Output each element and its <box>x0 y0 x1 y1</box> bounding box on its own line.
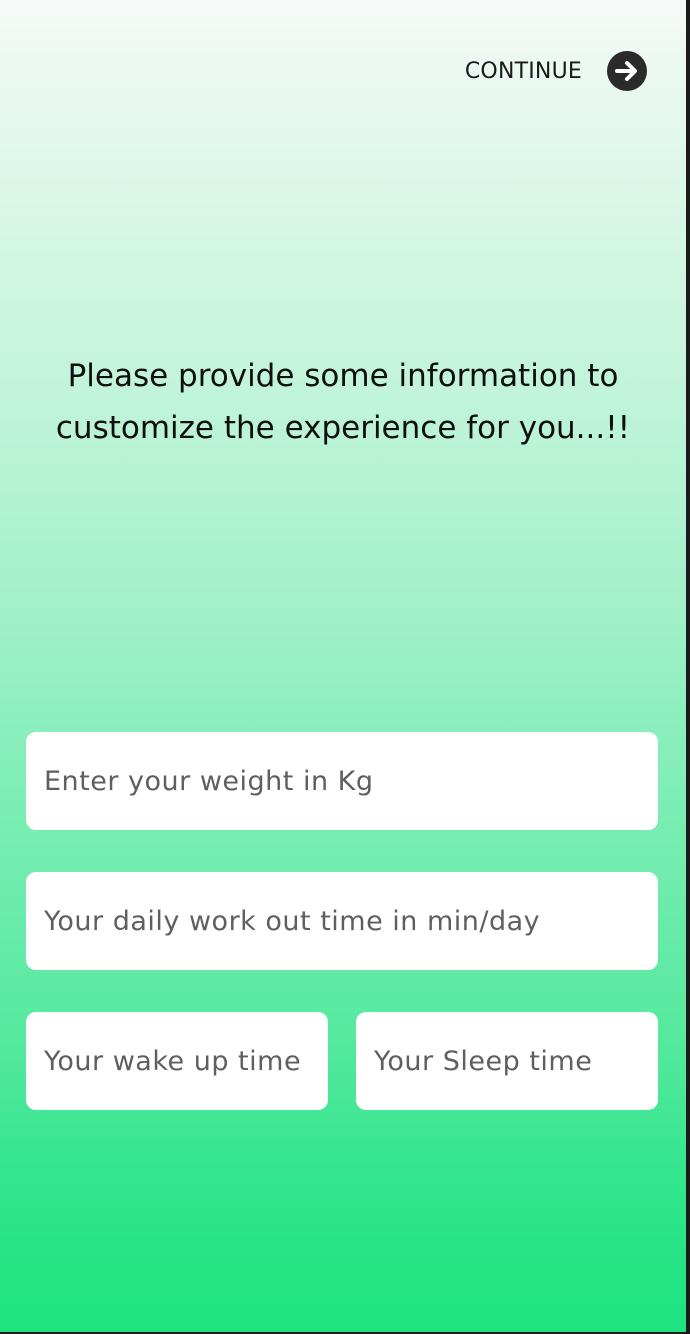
intro-line-1: Please provide some information to <box>67 358 619 394</box>
intro-headline: Please provide some information to custo… <box>40 350 646 454</box>
wake-time-input[interactable] <box>44 1045 310 1077</box>
workout-time-field[interactable] <box>26 872 658 970</box>
workout-time-input[interactable] <box>44 905 640 937</box>
wake-time-field[interactable] <box>26 1012 328 1110</box>
weight-input[interactable] <box>44 765 640 797</box>
intro-line-2: customize the experience for you...!! <box>55 410 631 446</box>
onboarding-screen: CONTINUE Please provide some information… <box>0 0 686 1332</box>
continue-button[interactable]: CONTINUE <box>465 50 648 92</box>
weight-field[interactable] <box>26 732 658 830</box>
arrow-right-circle-icon[interactable] <box>606 50 648 92</box>
sleep-time-input[interactable] <box>374 1045 640 1077</box>
continue-label: CONTINUE <box>464 58 582 84</box>
sleep-time-field[interactable] <box>356 1012 658 1110</box>
screen-edge-right <box>686 0 690 1334</box>
